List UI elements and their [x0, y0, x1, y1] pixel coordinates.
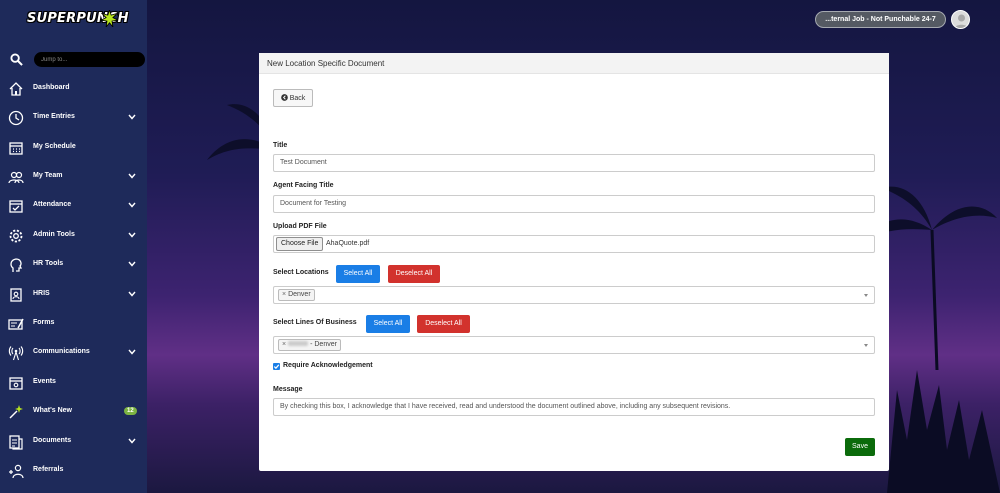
- title-field[interactable]: Test Document: [273, 154, 875, 172]
- chevron-down-icon: [128, 349, 136, 355]
- locations-select-all-button[interactable]: Select All: [336, 265, 380, 283]
- lob-select[interactable]: × - Denver: [273, 336, 875, 354]
- lob-label: Select Lines Of Business: [273, 319, 357, 326]
- back-button[interactable]: Back: [273, 89, 313, 107]
- checkmark-icon: [273, 364, 280, 370]
- chevron-down-icon: [128, 438, 136, 444]
- team-icon: [8, 171, 24, 184]
- form-icon: [8, 318, 24, 330]
- remove-tag-icon[interactable]: ×: [282, 341, 286, 348]
- card-title: New Location Specific Document: [259, 53, 889, 74]
- lob-tag-label: - Denver: [310, 341, 337, 348]
- lob-deselect-all-button[interactable]: Deselect All: [417, 315, 470, 333]
- avatar[interactable]: [951, 10, 970, 29]
- broadcast-icon: [8, 346, 24, 361]
- sidebar-item-hris[interactable]: HRIS: [0, 281, 147, 309]
- locations-select[interactable]: × Denver: [273, 286, 875, 304]
- calendar-check-icon: [9, 200, 23, 213]
- chevron-down-icon: [128, 202, 136, 208]
- badge-icon: [10, 288, 22, 302]
- sidebar-item-my-team[interactable]: My Team: [0, 163, 147, 191]
- sidebar-item-label: What's New: [33, 407, 73, 414]
- title-label: Title: [273, 142, 288, 149]
- head-icon: [10, 258, 23, 272]
- sidebar-item-label: Referrals: [33, 466, 64, 473]
- sidebar-item-label: Attendance: [33, 201, 72, 208]
- chevron-down-icon: [128, 114, 136, 120]
- sidebar-item-label: Communications: [33, 348, 90, 355]
- calendar-icon: [9, 142, 23, 155]
- location-tag: × Denver: [278, 289, 315, 301]
- back-arrow-icon: [280, 94, 288, 101]
- home-icon: [9, 82, 23, 96]
- file-name: AhaQuote.pdf: [326, 240, 370, 247]
- choose-file-button[interactable]: Choose File: [276, 237, 324, 251]
- foliage-right: [887, 370, 1000, 493]
- dropdown-caret-icon: [864, 344, 868, 347]
- sidebar-item-my-schedule[interactable]: My Schedule: [0, 134, 147, 162]
- sidebar-item-forms[interactable]: Forms: [0, 310, 147, 338]
- event-icon: [9, 377, 23, 390]
- sidebar-item-referrals[interactable]: Referrals: [0, 457, 147, 485]
- sidebar-item-communications[interactable]: Communications: [0, 339, 147, 367]
- upload-file-field: Choose File AhaQuote.pdf: [273, 235, 875, 253]
- job-status-button[interactable]: ...ternal Job - Not Punchable 24-7: [815, 11, 946, 28]
- add-user-icon: [9, 464, 24, 479]
- sidebar: SUPERPUNCH Dashboard Time Entries My Sch…: [0, 0, 147, 493]
- sidebar-item-label: My Team: [33, 172, 63, 179]
- document-form-card: New Location Specific Document Back Titl…: [259, 53, 889, 471]
- chevron-down-icon: [128, 261, 136, 267]
- message-label: Message: [273, 386, 303, 393]
- sidebar-item-events[interactable]: Events: [0, 369, 147, 397]
- chevron-down-icon: [128, 291, 136, 297]
- search-input[interactable]: [34, 52, 145, 67]
- locations-deselect-all-button[interactable]: Deselect All: [388, 265, 440, 283]
- remove-tag-icon[interactable]: ×: [282, 291, 286, 298]
- sidebar-item-hr-tools[interactable]: HR Tools: [0, 251, 147, 279]
- sparkle-icon: [9, 405, 23, 419]
- chevron-down-icon: [128, 232, 136, 238]
- sidebar-item-dashboard[interactable]: Dashboard: [0, 75, 147, 103]
- sidebar-item-label: HRIS: [33, 290, 50, 297]
- sidebar-item-attendance[interactable]: Attendance: [0, 192, 147, 220]
- sidebar-item-label: HR Tools: [33, 260, 64, 267]
- search-row: [8, 51, 145, 68]
- sidebar-item-documents[interactable]: Documents: [0, 428, 147, 456]
- redacted-text: [288, 341, 309, 346]
- agent-title-field[interactable]: Document for Testing: [273, 195, 875, 213]
- save-button[interactable]: Save: [845, 438, 875, 456]
- upload-label: Upload PDF File: [273, 223, 327, 230]
- lob-select-all-button[interactable]: Select All: [366, 315, 410, 333]
- sidebar-item-admin-tools[interactable]: Admin Tools: [0, 222, 147, 250]
- sidebar-item-label: Documents: [33, 437, 72, 444]
- logo-burst-icon: [101, 10, 118, 27]
- sidebar-item-label: Events: [33, 378, 56, 385]
- documents-icon: [9, 435, 23, 450]
- back-label: Back: [289, 95, 306, 102]
- location-tag-label: Denver: [288, 291, 311, 298]
- clock-icon: [8, 110, 24, 126]
- sidebar-item-label: Dashboard: [33, 84, 70, 91]
- agent-title-label: Agent Facing Title: [273, 182, 334, 189]
- sidebar-item-label: Admin Tools: [33, 231, 75, 238]
- sidebar-item-label: Time Entries: [33, 113, 75, 120]
- acknowledgement-label: Require Acknowledgement: [283, 362, 373, 369]
- lob-tag: × - Denver: [278, 339, 341, 351]
- sidebar-item-label: My Schedule: [33, 143, 76, 150]
- sidebar-item-time-entries[interactable]: Time Entries: [0, 104, 147, 132]
- whats-new-count-badge: 12: [124, 407, 137, 415]
- sidebar-item-label: Forms: [33, 319, 55, 326]
- locations-label: Select Locations: [273, 269, 329, 276]
- chevron-down-icon: [128, 173, 136, 179]
- search-icon[interactable]: [10, 53, 23, 66]
- sidebar-item-whats-new[interactable]: What's New 12: [0, 398, 147, 426]
- acknowledgement-checkbox[interactable]: [273, 363, 280, 370]
- gear-icon: [9, 229, 23, 243]
- message-field[interactable]: By checking this box, I acknowledge that…: [273, 398, 875, 416]
- dropdown-caret-icon: [864, 294, 868, 297]
